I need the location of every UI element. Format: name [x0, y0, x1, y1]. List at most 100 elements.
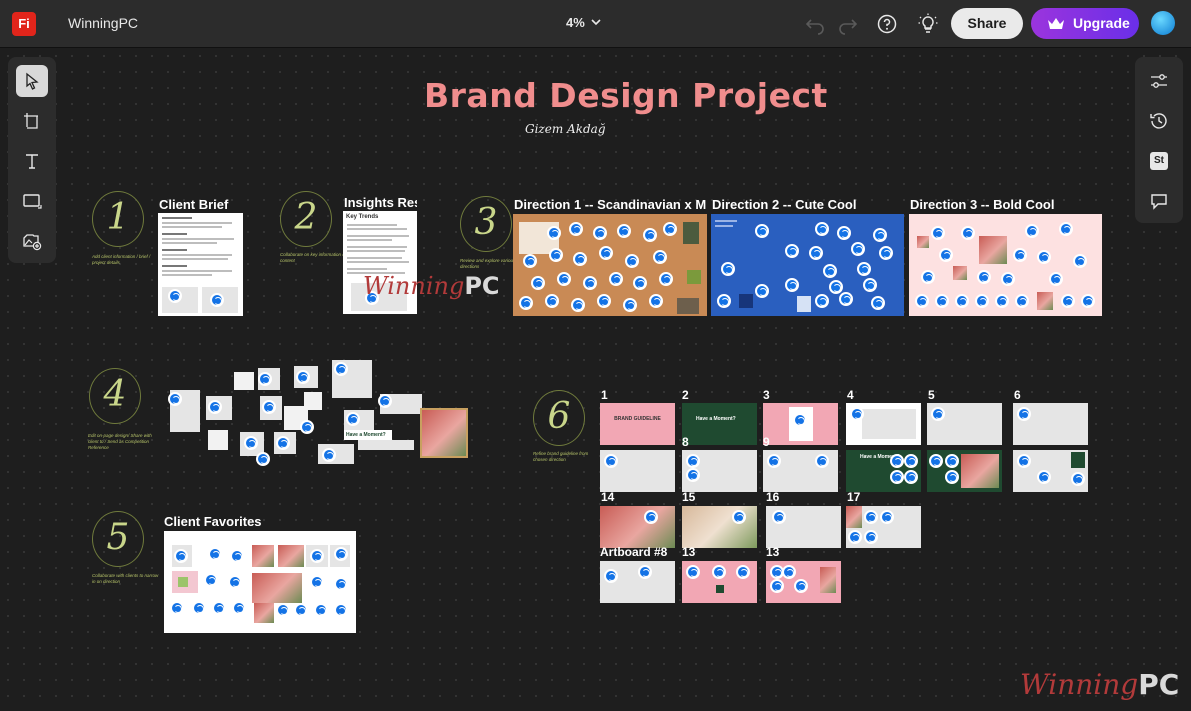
direction-1-title[interactable]: Direction 1 -- Scandinavian x Mini [514, 197, 706, 212]
sync-icon [244, 436, 258, 450]
artboard-17-label[interactable]: 17 [847, 490, 860, 504]
sync-icon [547, 226, 561, 240]
sync-icon [809, 246, 823, 260]
share-button[interactable]: Share [951, 8, 1023, 39]
sync-icon [314, 603, 328, 617]
artboard-8b[interactable] [600, 561, 675, 603]
text-tool[interactable] [16, 145, 48, 177]
sync-icon [1013, 248, 1027, 262]
artboard-11[interactable] [927, 450, 1002, 492]
direction-1-board[interactable] [513, 214, 707, 316]
insights-title[interactable]: Insights Rese [344, 195, 417, 210]
artboard-5[interactable] [927, 403, 1002, 445]
properties-button[interactable] [1143, 65, 1175, 97]
step-4-collage[interactable]: Have a Moment? [168, 360, 468, 475]
artboard-12[interactable] [1013, 450, 1088, 492]
artboard-9-label[interactable]: 9 [763, 435, 770, 449]
sync-icon [890, 454, 904, 468]
artboard-3[interactable] [763, 403, 838, 445]
board-author[interactable]: Gizem Akdağ [525, 122, 606, 136]
artboard-1[interactable]: BRAND GUIDELINE [600, 403, 675, 445]
client-brief-page[interactable] [158, 213, 243, 316]
artboard-16[interactable] [766, 506, 841, 548]
thumbnail [358, 440, 414, 450]
artboard-16-label[interactable]: 16 [766, 490, 779, 504]
direction-3-title[interactable]: Direction 3 -- Bold Cool [910, 197, 1102, 212]
step-4-circle[interactable]: 4 [89, 368, 141, 424]
stock-button[interactable]: St [1143, 145, 1175, 177]
thumbnail [162, 242, 217, 244]
direction-2-title[interactable]: Direction 2 -- Cute Cool [712, 197, 904, 212]
step-6-circle[interactable]: 6 [533, 390, 585, 446]
direction-3-board[interactable] [909, 214, 1102, 316]
client-favorites-title[interactable]: Client Favorites [164, 514, 324, 529]
user-avatar[interactable] [1151, 11, 1175, 35]
select-tool[interactable] [16, 65, 48, 97]
artboard-15[interactable] [682, 506, 757, 548]
thumbnail [347, 228, 407, 230]
step-5-circle[interactable]: 5 [92, 511, 144, 567]
upgrade-button[interactable]: Upgrade [1031, 8, 1139, 39]
client-favorites-board[interactable] [164, 531, 356, 633]
client-brief-title[interactable]: Client Brief [159, 197, 254, 212]
shape-tool[interactable] [16, 185, 48, 217]
history-button[interactable] [1143, 105, 1175, 137]
artboard-7[interactable] [600, 450, 675, 492]
artboard-13-label[interactable]: 13 [682, 545, 695, 559]
comments-button[interactable] [1143, 185, 1175, 217]
artboard-6-label[interactable]: 6 [1014, 388, 1021, 402]
artboard-1-label[interactable]: 1 [601, 388, 608, 402]
artboard-3-label[interactable]: 3 [763, 388, 770, 402]
document-title[interactable]: WinningPC [68, 15, 138, 31]
step-5-note[interactable]: Collaborate with clients to narrow in on… [92, 573, 162, 585]
artboard-14-label[interactable]: 14 [601, 490, 614, 504]
sync-icon [1025, 224, 1039, 238]
direction-2-board[interactable] [711, 214, 904, 316]
artboard-17[interactable] [846, 506, 921, 548]
step-6-note[interactable]: Refine brand guideline from chosen direc… [533, 451, 603, 463]
sync-icon [815, 454, 829, 468]
artboard-8[interactable] [682, 450, 757, 492]
step-4-note[interactable]: Edit on-page design/ Share with client t… [88, 433, 158, 451]
thumbnail [1071, 452, 1085, 468]
step-3-circle[interactable]: 3 [460, 196, 512, 252]
artboard-15-label[interactable]: 15 [682, 490, 695, 504]
sync-icon [523, 254, 537, 268]
artboard-tool[interactable] [16, 105, 48, 137]
artboard-13b[interactable] [766, 561, 841, 603]
sync-icon [921, 270, 935, 284]
thumbnail [347, 268, 387, 270]
help-icon[interactable] [875, 12, 899, 36]
artboard-2-label[interactable]: 2 [682, 388, 689, 402]
artboard-8b-label[interactable]: Artboard #8 [600, 545, 667, 559]
step-1-circle[interactable]: 1 [92, 191, 144, 247]
board-title[interactable]: Brand Design Project [424, 76, 828, 115]
zoom-level[interactable]: 4% [566, 15, 585, 30]
thumbnail [820, 567, 836, 593]
lightbulb-icon[interactable] [916, 12, 940, 36]
artboard-5-label[interactable]: 5 [928, 388, 935, 402]
undo-icon[interactable] [803, 12, 827, 36]
step-2-note[interactable]: Collaborate on key information / content [280, 252, 350, 264]
pointer-icon [26, 72, 39, 90]
artboard-13b-label[interactable]: 13 [766, 545, 779, 559]
artboard-4[interactable] [846, 403, 921, 445]
artboard-14[interactable] [600, 506, 675, 548]
artboard-13[interactable] [682, 561, 757, 603]
artboard-9[interactable] [763, 450, 838, 492]
chevron-down-icon[interactable] [590, 16, 602, 28]
sync-icon [1015, 294, 1029, 308]
artboard-10[interactable]: Have a Moment? [846, 450, 921, 492]
artboard-4-label[interactable]: 4 [847, 388, 854, 402]
step-2-circle[interactable]: 2 [280, 191, 332, 247]
app-logo[interactable]: Fi [12, 12, 36, 36]
artboard-6[interactable] [1013, 403, 1088, 445]
thumbnail [420, 408, 468, 458]
sync-icon [334, 547, 348, 561]
step-1-note[interactable]: Add client information / brief / project… [92, 254, 162, 266]
artboard-8-label[interactable]: 8 [682, 435, 689, 449]
artboard-2[interactable]: Have a Moment? [682, 403, 757, 445]
image-tool[interactable] [16, 225, 48, 257]
sync-icon [871, 296, 885, 310]
redo-icon[interactable] [836, 12, 860, 36]
